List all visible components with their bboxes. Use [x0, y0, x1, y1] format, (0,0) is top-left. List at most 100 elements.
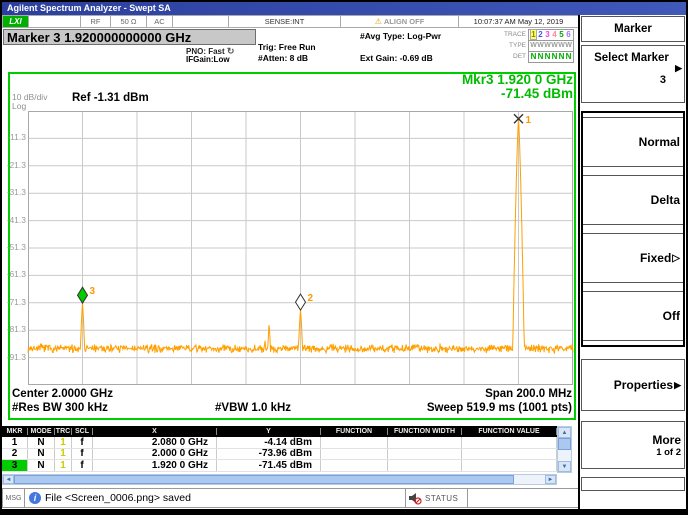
- type-label: TYPE: [494, 42, 528, 49]
- y-axis-tick-label: -11.3: [0, 132, 26, 142]
- y-axis-tick-label: -21.3: [0, 160, 26, 170]
- y-axis-tick-label: -41.3: [0, 215, 26, 225]
- more-label: More: [652, 433, 681, 447]
- softkey-select-marker[interactable]: Select Marker ▶ 3: [581, 45, 685, 103]
- status-strip: LXI RF 50 Ω AC SENSE:INT ⚠ ALIGN OFF 10:…: [2, 15, 579, 28]
- res-bw-label: #Res BW 300 kHz: [12, 402, 108, 414]
- column-header-x: X: [93, 428, 217, 435]
- det-digits-4: N: [551, 52, 558, 61]
- marker-cell: [462, 460, 557, 471]
- marker-cell: f: [72, 460, 93, 471]
- submenu-arrow-icon: ▶: [675, 63, 682, 74]
- type-digits-3: W: [544, 41, 551, 50]
- message-area: i File <Screen_0006.png> saved: [25, 489, 406, 507]
- sense-indicator: SENSE:INT: [229, 16, 341, 27]
- spectrum-plot[interactable]: 321: [28, 111, 573, 385]
- vertical-scroll-track[interactable]: [558, 450, 571, 461]
- marker-cell: 1: [55, 449, 72, 460]
- marker-3-glyph: [78, 287, 88, 303]
- y-axis-tick-label: -61.3: [0, 269, 26, 279]
- attenuation-status: #Atten: 8 dB: [258, 53, 308, 63]
- det-digits-1: N: [530, 52, 537, 61]
- softkey-delta[interactable]: Delta: [583, 175, 683, 225]
- align-warning: ⚠ ALIGN OFF: [341, 16, 459, 27]
- det-label: DET: [494, 53, 528, 60]
- softkey-off[interactable]: Off: [583, 291, 683, 341]
- impedance-indicator: 50 Ω: [111, 16, 147, 27]
- marker-frequency-readout: Marker 3 1.920000000000 GHz: [3, 29, 256, 45]
- marker-cell: 1: [55, 437, 72, 448]
- info-icon: i: [29, 492, 41, 504]
- softkey-fixed[interactable]: Fixed ▷: [583, 233, 683, 283]
- marker-cell: -71.45 dBm: [217, 460, 321, 471]
- marker-cell: [388, 460, 462, 471]
- marker-table-row[interactable]: 1N1f2.080 0 GHz-4.14 dBm: [2, 437, 557, 449]
- type-digits-2: W: [537, 41, 544, 50]
- trace-register-block: TRACE 123456 TYPE WWWWWW DET NNNNNN: [494, 29, 578, 62]
- spectrum-trace-svg: 321: [28, 111, 573, 385]
- marker-cell: f: [72, 449, 93, 460]
- hollow-arrow-icon: ▷: [672, 253, 680, 264]
- lxi-badge: LXI: [3, 16, 29, 27]
- sweep-label: Sweep 519.9 ms (1001 pts): [427, 402, 572, 414]
- scroll-left-icon[interactable]: ◄: [3, 475, 14, 484]
- y-axis-tick-label: -71.3: [0, 297, 26, 307]
- marker-cell: N: [28, 460, 55, 471]
- screen-border: [0, 509, 688, 515]
- status-spacer: [29, 16, 81, 27]
- status-cell: STATUS: [406, 489, 468, 507]
- trace-digits-2: 2: [537, 30, 544, 39]
- marker-cell: [321, 449, 388, 460]
- marker-table-row[interactable]: 3N1f1.920 0 GHz-71.45 dBm: [2, 460, 557, 472]
- scroll-up-icon[interactable]: ▲: [558, 427, 571, 438]
- status-spacer: [173, 16, 229, 27]
- select-marker-value: 3: [660, 74, 666, 86]
- column-header-y: Y: [217, 428, 321, 435]
- marker-cell: 2.000 0 GHz: [93, 449, 217, 460]
- softkey-normal[interactable]: Normal: [583, 117, 683, 167]
- vbw-label: #VBW 1.0 kHz: [215, 402, 291, 414]
- center-freq-label: Center 2.0000 GHz: [12, 388, 113, 400]
- horizontal-scroll-track[interactable]: [514, 475, 545, 484]
- y-axis-tick-label: -91.3: [0, 352, 26, 362]
- trace-digits-6: 6: [565, 30, 572, 39]
- marker-cell: -4.14 dBm: [217, 437, 321, 448]
- msg-label: MSG: [3, 489, 25, 507]
- marker-mode-group: Normal Delta Fixed ▷ Off: [581, 111, 685, 347]
- scroll-right-icon[interactable]: ►: [545, 475, 556, 484]
- column-header-function-value: FUNCTION VALUE: [462, 428, 557, 435]
- svg-text:1: 1: [526, 115, 532, 126]
- table-vertical-scrollbar[interactable]: ▲ ▼: [557, 426, 572, 473]
- y-axis-tick-label: -31.3: [0, 187, 26, 197]
- status-label: STATUS: [425, 494, 458, 503]
- marker-cell: 1: [2, 437, 28, 448]
- marker-table-header: MKRMODETRCSCLXYFUNCTIONFUNCTION WIDTHFUN…: [2, 426, 557, 437]
- det-digits-6: N: [565, 52, 572, 61]
- det-row: DET NNNNNN: [494, 51, 578, 62]
- fixed-label: Fixed: [640, 251, 671, 265]
- marker-table-row[interactable]: 2N1f2.000 0 GHz-73.96 dBm: [2, 449, 557, 461]
- marker-cell: 1.920 0 GHz: [93, 460, 217, 471]
- det-digits-2: N: [537, 52, 544, 61]
- submenu-arrow-icon: ▶: [674, 380, 681, 391]
- marker-cell: 3: [2, 460, 28, 471]
- table-horizontal-scrollbar[interactable]: ◄ ►: [2, 474, 557, 485]
- horizontal-scroll-thumb[interactable]: [14, 475, 514, 484]
- column-header-scl: SCL: [72, 428, 93, 435]
- trace-digits-1: 1: [530, 29, 537, 40]
- ifgain-status: IFGain:Low: [186, 55, 230, 64]
- softkey-more[interactable]: More 1 of 2: [581, 421, 685, 469]
- properties-label: Properties: [614, 378, 673, 392]
- type-digits-6: W: [565, 41, 572, 50]
- column-header-trc: TRC: [55, 428, 72, 435]
- trace-digits-5: 5: [558, 30, 565, 39]
- vertical-scroll-thumb[interactable]: [558, 438, 571, 450]
- softkey-menu-title: Marker: [581, 16, 685, 42]
- rf-indicator: RF: [81, 16, 111, 27]
- avg-type-status: #Avg Type: Log-Pwr: [360, 31, 441, 41]
- ref-level-label: Ref -1.31 dBm: [72, 92, 149, 104]
- y-axis-tick-label: -81.3: [0, 324, 26, 334]
- softkey-properties[interactable]: Properties ▶: [581, 359, 685, 411]
- scroll-down-icon[interactable]: ▼: [558, 461, 571, 472]
- marker-cell: f: [72, 437, 93, 448]
